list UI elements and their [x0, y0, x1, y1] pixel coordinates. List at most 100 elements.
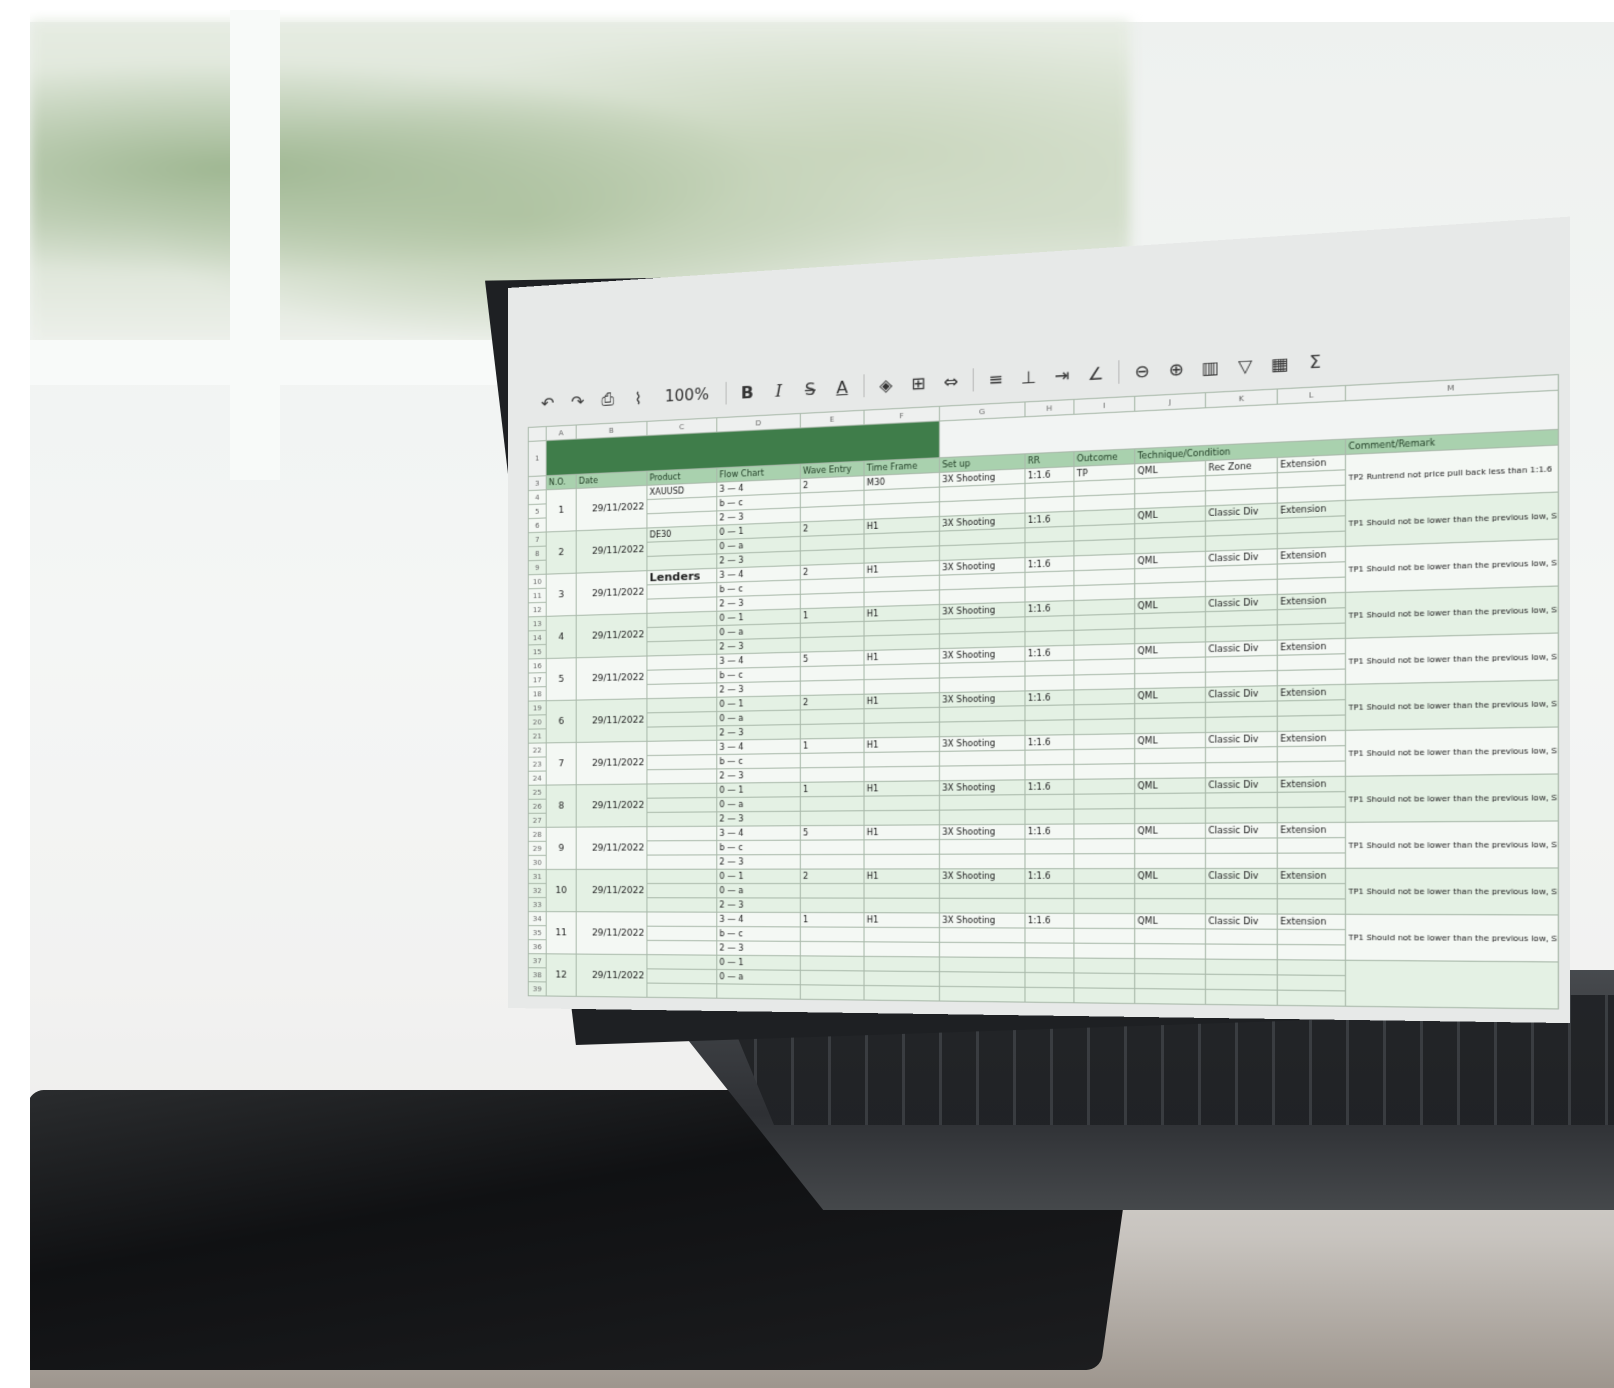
time-frame-cell[interactable]	[864, 898, 939, 913]
extension-cell[interactable]	[1277, 960, 1345, 976]
flow-chart-cell[interactable]: 2 — 3	[717, 855, 801, 870]
extension-cell[interactable]: Extension	[1277, 684, 1345, 701]
italic-icon[interactable]: I	[768, 377, 789, 403]
comment-cell[interactable]: TP1 Should not be lower than the previou…	[1345, 774, 1558, 822]
rr-cell[interactable]	[1025, 928, 1074, 943]
setup-cell[interactable]: 3X Shooting	[939, 824, 1025, 839]
rr-cell[interactable]	[1025, 571, 1074, 587]
setup-cell[interactable]	[939, 884, 1025, 899]
row-number[interactable]: 14	[528, 630, 546, 645]
setup-cell[interactable]	[939, 721, 1025, 737]
product-cell[interactable]	[647, 855, 717, 869]
product-cell[interactable]	[647, 926, 717, 941]
outcome-cell[interactable]	[1074, 734, 1135, 750]
row-number[interactable]: 25	[528, 785, 546, 799]
setup-cell[interactable]	[939, 765, 1025, 781]
outcome-cell[interactable]	[1074, 854, 1135, 869]
extension-cell[interactable]: Extension	[1277, 776, 1345, 792]
vertical-align-icon[interactable]: ⊥	[1018, 364, 1040, 391]
time-frame-cell[interactable]: H1	[864, 781, 939, 796]
outcome-cell[interactable]	[1074, 869, 1135, 884]
corner-cell[interactable]	[528, 427, 546, 442]
rr-cell[interactable]	[1025, 809, 1074, 824]
extension-cell[interactable]	[1277, 929, 1345, 945]
setup-cell[interactable]: 3X Shooting	[939, 869, 1025, 884]
technique-cell[interactable]	[1135, 959, 1206, 975]
time-frame-cell[interactable]	[864, 678, 939, 694]
product-cell[interactable]	[647, 783, 717, 798]
extension-cell[interactable]: Extension	[1277, 868, 1345, 883]
comment-cell[interactable]: TP1 Should not be lower than the previou…	[1345, 586, 1558, 638]
extension-cell[interactable]	[1277, 700, 1345, 717]
flow-chart-cell[interactable]: 0 — a	[717, 710, 801, 726]
extension-cell[interactable]: Extension	[1277, 914, 1345, 930]
time-frame-cell[interactable]	[864, 884, 939, 899]
technique-cell[interactable]	[1135, 838, 1206, 853]
flow-chart-cell[interactable]	[717, 984, 801, 999]
comment-cell[interactable]: TP1 Should not be lower than the previou…	[1345, 492, 1558, 546]
time-frame-cell[interactable]: H1	[864, 869, 939, 884]
extension-cell[interactable]	[1277, 884, 1345, 899]
technique-cell[interactable]	[1135, 763, 1206, 779]
extension-cell[interactable]: Extension	[1277, 638, 1345, 655]
time-frame-cell[interactable]: H1	[864, 913, 939, 928]
row-number[interactable]: 37	[528, 954, 546, 968]
outcome-cell[interactable]	[1074, 674, 1135, 690]
print-icon[interactable]: ⎙	[598, 387, 618, 412]
rr-cell[interactable]	[1025, 586, 1074, 602]
outcome-cell[interactable]	[1074, 824, 1135, 839]
setup-cell[interactable]	[939, 854, 1025, 869]
rr-cell[interactable]: 1:1.6	[1025, 645, 1074, 661]
rr-cell[interactable]: 1:1.6	[1025, 735, 1074, 751]
rr-cell[interactable]: 1:1.6	[1025, 601, 1074, 617]
trade-date[interactable]: 29/11/2022	[576, 827, 647, 870]
rr-cell[interactable]	[1025, 541, 1074, 558]
trade-number[interactable]: 12	[546, 954, 576, 997]
text-color-icon[interactable]: A	[831, 374, 852, 400]
time-frame-cell[interactable]	[864, 840, 939, 855]
trade-number[interactable]: 10	[546, 869, 576, 911]
rr-cell[interactable]	[1025, 764, 1074, 779]
rr-cell[interactable]: 1:1.6	[1025, 869, 1074, 884]
flow-chart-cell[interactable]: 0 — 1	[717, 955, 801, 970]
align-icon[interactable]: ≡	[985, 365, 1007, 392]
row-number[interactable]: 11	[528, 588, 546, 603]
flow-chart-cell[interactable]: b — c	[717, 840, 801, 855]
time-frame-cell[interactable]: H1	[864, 737, 939, 753]
technique-cell[interactable]	[1135, 929, 1206, 944]
wave-entry-cell[interactable]	[800, 752, 864, 767]
rr-cell[interactable]	[1025, 839, 1074, 854]
time-frame-cell[interactable]	[864, 942, 939, 957]
trade-date[interactable]: 29/11/2022	[576, 528, 647, 573]
extension-cell[interactable]	[1277, 853, 1345, 868]
extension-cell[interactable]	[1277, 975, 1345, 991]
technique-cell[interactable]	[1135, 944, 1206, 960]
redo-icon[interactable]: ↷	[568, 389, 588, 414]
zone-cell[interactable]	[1205, 747, 1277, 763]
zone-cell[interactable]: Classic Div	[1205, 823, 1277, 839]
technique-cell[interactable]: QML	[1135, 914, 1206, 929]
technique-cell[interactable]	[1135, 627, 1206, 644]
outcome-cell[interactable]	[1074, 599, 1135, 616]
trade-date[interactable]: 29/11/2022	[576, 869, 647, 912]
chart-icon[interactable]: ▥	[1199, 353, 1222, 380]
outcome-cell[interactable]	[1074, 809, 1135, 824]
outcome-cell[interactable]	[1074, 988, 1135, 1004]
wave-entry-cell[interactable]	[800, 840, 864, 855]
row-number[interactable]: 17	[528, 673, 546, 687]
row-number[interactable]: 16	[528, 659, 546, 673]
trade-date[interactable]: 29/11/2022	[576, 699, 647, 743]
row-number[interactable]: 18	[528, 687, 546, 701]
row-number[interactable]: 39	[528, 982, 546, 996]
row-number[interactable]: 3	[528, 476, 546, 491]
wave-entry-cell[interactable]	[800, 665, 864, 681]
extension-cell[interactable]	[1277, 746, 1345, 762]
product-cell[interactable]	[647, 940, 717, 955]
product-cell[interactable]	[647, 798, 717, 813]
comment-cell[interactable]: TP2 Runtrend not price pull back less th…	[1345, 445, 1558, 500]
filter-icon[interactable]: ▽	[1234, 352, 1257, 379]
technique-cell[interactable]	[1135, 853, 1206, 868]
text-rotation-icon[interactable]: ∠	[1084, 360, 1106, 387]
wave-entry-cell[interactable]	[800, 898, 864, 913]
row-number[interactable]: 31	[528, 869, 546, 883]
